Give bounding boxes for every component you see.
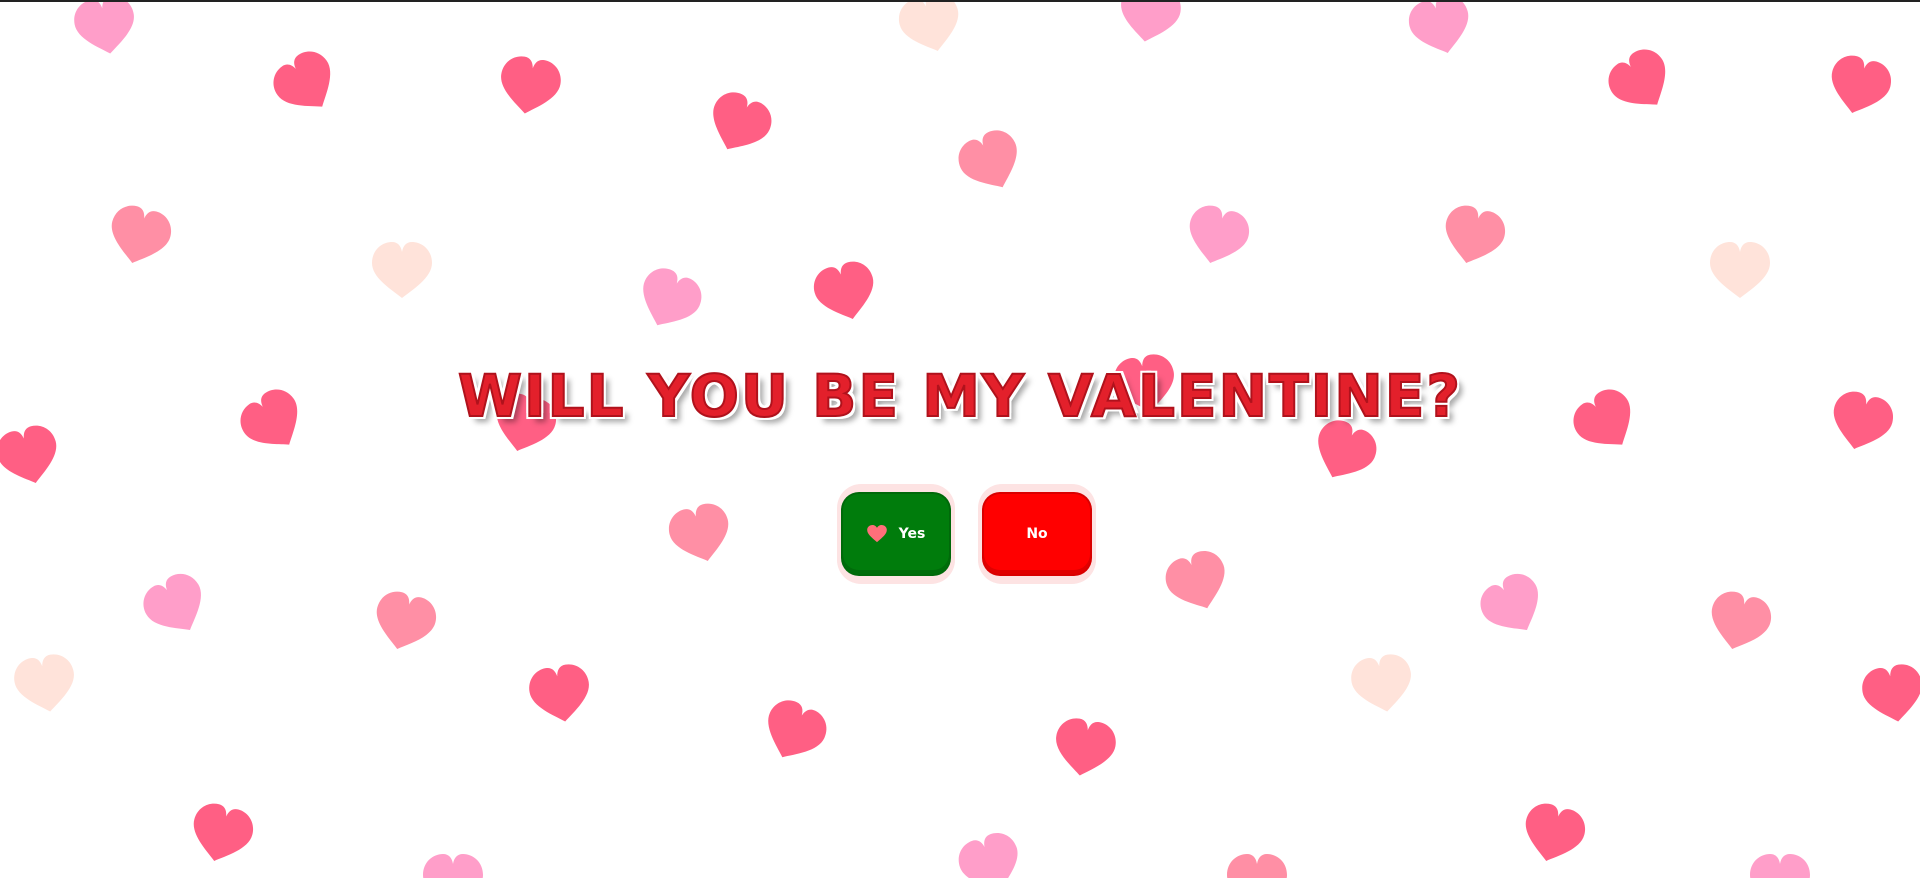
background-heart-icon: [958, 130, 1017, 188]
background-heart-icon: [376, 591, 437, 649]
background-heart-icon: [14, 654, 74, 712]
background-heart-icon: [1608, 49, 1666, 105]
background-heart-icon: [1189, 205, 1250, 263]
background-heart-icon: [768, 700, 827, 758]
background-heart-icon: [0, 425, 57, 483]
background-heart-icon: [1408, 2, 1469, 53]
yes-button-frame: Yes: [837, 484, 955, 584]
background-heart-icon: [668, 503, 729, 561]
background-heart-icon: [111, 205, 172, 263]
background-heart-icon: [1445, 205, 1506, 263]
no-button-frame: No: [978, 484, 1096, 584]
background-heart-icon: [713, 92, 772, 150]
background-heart-icon: [1710, 242, 1770, 298]
background-heart-icon: [143, 573, 201, 630]
background-heart-icon: [193, 803, 254, 861]
background-heart-icon: [1831, 55, 1892, 113]
background-heart-icon: [1351, 654, 1411, 712]
heart-pattern-background: [0, 2, 1920, 878]
heart-icon: [866, 525, 887, 543]
background-heart-icon: [501, 56, 561, 114]
background-heart-icon: [958, 833, 1018, 878]
valentine-page: WILL YOU BE MY VALENTINE? Yes No: [0, 0, 1920, 878]
yes-button[interactable]: Yes: [841, 492, 951, 576]
no-button-label: No: [1026, 526, 1048, 542]
background-heart-icon: [372, 242, 432, 298]
background-heart-icon: [1056, 718, 1116, 776]
background-heart-icon: [1862, 664, 1920, 722]
background-heart-icon: [529, 664, 589, 722]
background-heart-icon: [898, 2, 959, 51]
background-heart-icon: [643, 268, 702, 326]
background-heart-icon: [1750, 854, 1810, 878]
background-heart-icon: [74, 2, 134, 54]
no-button[interactable]: No: [982, 492, 1092, 576]
background-heart-icon: [273, 51, 331, 107]
background-heart-icon: [1711, 591, 1772, 649]
background-heart-icon: [813, 261, 874, 319]
background-heart-icon: [1480, 573, 1538, 630]
background-heart-icon: [1227, 854, 1287, 878]
background-heart-icon: [423, 854, 483, 878]
yes-button-label: Yes: [898, 526, 926, 542]
background-heart-icon: [1525, 803, 1586, 861]
background-heart-icon: [1165, 551, 1225, 609]
page-title: WILL YOU BE MY VALENTINE?: [457, 361, 1463, 431]
background-heart-icon: [1121, 2, 1181, 42]
